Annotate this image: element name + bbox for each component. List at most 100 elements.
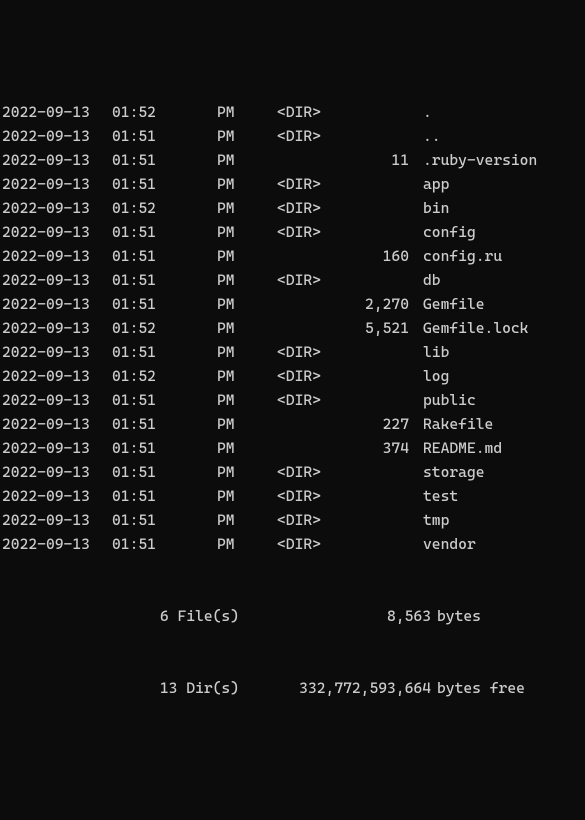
directory-listing: 2022-09-1301:52PM<DIR>.2022-09-1301:51PM… [2,100,583,556]
entry-name: test [417,484,583,508]
entry-time: 01:51 [112,340,217,364]
listing-row: 2022-09-1301:51PM227Rakefile [2,412,583,436]
entry-time: 01:52 [112,316,217,340]
summary-dirs-count: 13 Dir(s) [2,676,247,700]
entry-time: 01:51 [112,460,217,484]
entry-ampm: PM [217,412,277,436]
entry-time: 01:51 [112,484,217,508]
entry-name: tmp [417,508,583,532]
entry-date: 2022-09-13 [2,412,112,436]
entry-name: app [417,172,583,196]
entry-ampm: PM [217,124,277,148]
entry-dir-flag: <DIR> [277,532,337,556]
entry-date: 2022-09-13 [2,220,112,244]
entry-name: Gemfile.lock [417,316,583,340]
listing-row: 2022-09-1301:51PM160config.ru [2,244,583,268]
entry-name: config [417,220,583,244]
entry-ampm: PM [217,388,277,412]
entry-name: Gemfile [417,292,583,316]
listing-row: 2022-09-1301:51PM2,270Gemfile [2,292,583,316]
entry-name: . [417,100,583,124]
entry-name: vendor [417,532,583,556]
entry-name: README.md [417,436,583,460]
entry-ampm: PM [217,340,277,364]
entry-time: 01:51 [112,172,217,196]
listing-row: 2022-09-1301:51PM<DIR> app [2,172,583,196]
summary-dirs-row: 13 Dir(s) 332,772,593,664 bytes free [2,676,583,700]
entry-size: 11 [337,148,417,172]
summary-dirs-bytes-label: bytes free [437,676,583,700]
entry-size: 227 [337,412,417,436]
entry-ampm: PM [217,460,277,484]
summary-files-row: 6 File(s) 8,563 bytes [2,604,583,628]
entry-date: 2022-09-13 [2,148,112,172]
entry-time: 01:51 [112,148,217,172]
entry-time: 01:51 [112,124,217,148]
listing-row: 2022-09-1301:51PM374README.md [2,436,583,460]
entry-date: 2022-09-13 [2,316,112,340]
entry-time: 01:52 [112,100,217,124]
entry-dir-flag: <DIR> [277,172,337,196]
entry-dir-flag: <DIR> [277,100,337,124]
entry-time: 01:51 [112,436,217,460]
entry-date: 2022-09-13 [2,292,112,316]
entry-dir-flag: <DIR> [277,196,337,220]
entry-date: 2022-09-13 [2,100,112,124]
listing-row: 2022-09-1301:51PM<DIR>storage [2,460,583,484]
listing-row: 2022-09-1301:51PM<DIR>.. [2,124,583,148]
entry-ampm: PM [217,244,277,268]
entry-date: 2022-09-13 [2,340,112,364]
entry-dir-flag: <DIR> [277,340,337,364]
entry-name: log [417,364,583,388]
listing-row: 2022-09-1301:52PM<DIR>log [2,364,583,388]
entry-time: 01:51 [112,220,217,244]
entry-dir-flag: <DIR> [277,460,337,484]
entry-time: 01:51 [112,244,217,268]
entry-ampm: PM [217,100,277,124]
entry-dir-flag: <DIR> [277,220,337,244]
listing-row: 2022-09-1301:52PM<DIR>bin [2,196,583,220]
entry-date: 2022-09-13 [2,388,112,412]
entry-size: 160 [337,244,417,268]
summary-files-count: 6 File(s) [2,604,247,628]
entry-ampm: PM [217,436,277,460]
entry-name: db [417,268,583,292]
listing-row: 2022-09-1301:52PM5,521Gemfile.lock [2,316,583,340]
entry-time: 01:51 [112,532,217,556]
entry-ampm: PM [217,292,277,316]
entry-dir-flag: <DIR> [277,484,337,508]
entry-date: 2022-09-13 [2,364,112,388]
entry-time: 01:51 [112,388,217,412]
entry-date: 2022-09-13 [2,196,112,220]
listing-row: 2022-09-1301:51PM<DIR>vendor [2,532,583,556]
entry-date: 2022-09-13 [2,484,112,508]
entry-time: 01:52 [112,364,217,388]
entry-ampm: PM [217,172,277,196]
entry-size: 2,270 [337,292,417,316]
entry-dir-flag: <DIR> [277,508,337,532]
entry-time: 01:51 [112,508,217,532]
listing-row: 2022-09-1301:51PM<DIR>lib [2,340,583,364]
entry-ampm: PM [217,196,277,220]
summary-files-bytes-label: bytes [437,604,583,628]
entry-time: 01:51 [112,412,217,436]
entry-name: bin [417,196,583,220]
listing-row: 2022-09-1301:51PM<DIR>public [2,388,583,412]
entry-ampm: PM [217,148,277,172]
entry-date: 2022-09-13 [2,268,112,292]
summary-files-bytes: 8,563 [247,604,437,628]
entry-dir-flag: <DIR> [277,268,337,292]
entry-date: 2022-09-13 [2,172,112,196]
entry-size: 374 [337,436,417,460]
entry-ampm: PM [217,220,277,244]
summary-dirs-bytes: 332,772,593,664 [247,676,437,700]
entry-ampm: PM [217,484,277,508]
entry-name: .. [417,124,583,148]
listing-row: 2022-09-1301:51PM<DIR>db [2,268,583,292]
entry-ampm: PM [217,532,277,556]
entry-ampm: PM [217,364,277,388]
entry-name: storage [417,460,583,484]
entry-ampm: PM [217,508,277,532]
listing-row: 2022-09-1301:51PM<DIR> config [2,220,583,244]
entry-name: .ruby-version [417,148,583,172]
